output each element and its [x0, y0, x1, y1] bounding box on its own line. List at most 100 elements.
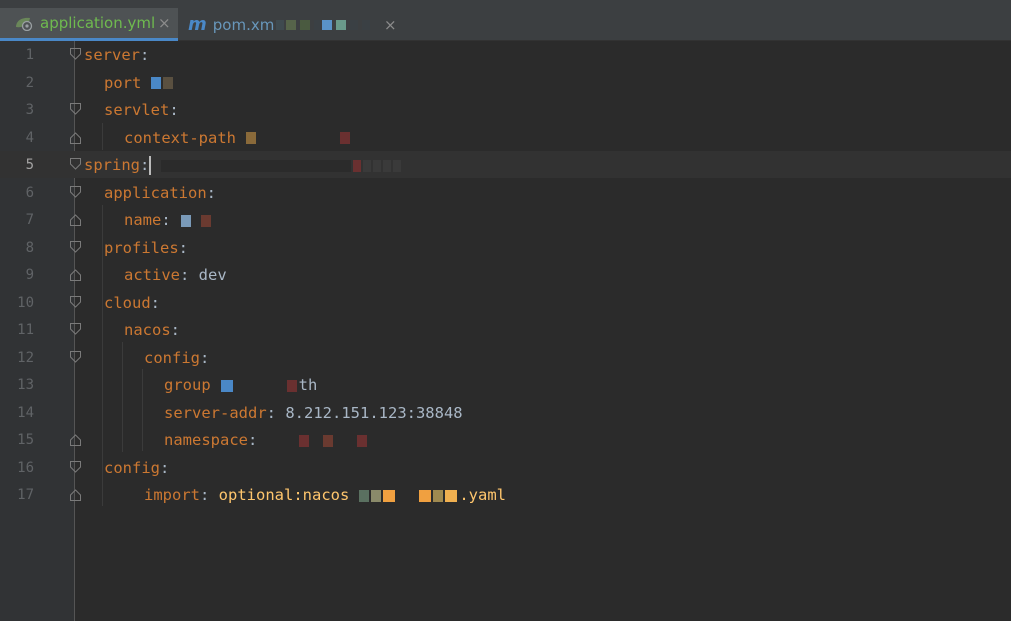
yaml-colon: : [180, 266, 190, 284]
yaml-key: application [104, 183, 207, 202]
fold-open-icon[interactable] [70, 158, 81, 171]
yaml-key: group [164, 376, 211, 394]
close-icon[interactable]: × [384, 16, 397, 34]
yaml-key: name [124, 211, 162, 229]
code-text: servlet: [104, 97, 179, 124]
code-editor[interactable]: 1 server: 2 port 3 servlet: 4 context-path 5 spri… [0, 41, 1011, 621]
code-line[interactable]: 1 server: [0, 42, 1011, 69]
fold-close-icon[interactable] [70, 488, 81, 501]
yaml-colon: : [140, 156, 150, 174]
fold-open-icon[interactable] [70, 240, 81, 254]
redacted-blot [245, 129, 352, 147]
line-number: 13 [17, 377, 34, 393]
yaml-key: server-addr [164, 403, 267, 422]
yaml-colon: : [170, 321, 181, 339]
yaml-key: import [144, 486, 200, 504]
yaml-colon: : [160, 458, 170, 477]
fold-close-icon[interactable] [70, 213, 81, 226]
code-text: name: [124, 207, 213, 234]
fold-close-icon[interactable] [70, 268, 81, 281]
editor-tab-bar: application.yml × m pom.xm × [0, 0, 1011, 41]
yaml-colon: : [161, 211, 171, 229]
fold-open-icon[interactable] [70, 48, 81, 61]
yaml-key: config [144, 348, 200, 367]
yaml-colon: : [140, 46, 150, 64]
line-number: 3 [25, 102, 34, 118]
yaml-colon: : [266, 403, 276, 422]
yaml-colon: : [178, 238, 188, 257]
fold-open-icon[interactable] [70, 103, 81, 116]
line-number: 17 [17, 487, 34, 503]
redacted-blot [151, 74, 175, 92]
tab-label: application.yml [40, 14, 156, 32]
line-number: 1 [25, 47, 34, 63]
redacted-blot [161, 156, 403, 174]
spring-leaf-icon [14, 15, 34, 32]
line-number: 11 [17, 322, 34, 338]
code-line[interactable]: 11 nacos: [0, 317, 1011, 344]
redacted-blot [180, 211, 213, 229]
yaml-key: servlet [104, 101, 170, 119]
code-text: import: optional:nacos .yaml [144, 482, 506, 509]
yaml-colon: : [206, 183, 216, 202]
redacted-blot [276, 19, 371, 30]
code-line[interactable]: 13 group th [0, 372, 1011, 399]
yaml-value-suffix: .yaml [459, 486, 506, 504]
line-number: 14 [17, 404, 34, 421]
code-text: config: [144, 345, 209, 372]
line-number: 12 [17, 349, 34, 366]
line-number: 5 [25, 157, 34, 173]
yaml-value: 8.212.151.123:38848 [276, 403, 463, 422]
fold-open-icon[interactable] [70, 350, 81, 364]
code-line[interactable]: 12 config: [0, 345, 1011, 372]
code-text: cloud: [104, 290, 160, 317]
yaml-colon: : [200, 486, 210, 504]
code-line[interactable]: 16 config: [0, 455, 1011, 482]
code-text: spring: [84, 152, 403, 179]
tab-pom-xml[interactable]: m pom.xm × [178, 8, 408, 41]
yaml-colon: : [169, 101, 179, 119]
tab-application-yml[interactable]: application.yml × [0, 8, 178, 41]
code-text: config: [104, 455, 169, 482]
code-line[interactable]: 6 application: [0, 180, 1011, 207]
fold-open-icon[interactable] [70, 323, 81, 336]
code-line[interactable]: 9 active: dev [0, 262, 1011, 289]
fold-close-icon[interactable] [70, 131, 81, 144]
code-line[interactable]: 2 port [0, 70, 1011, 97]
code-text: context-path [124, 125, 352, 152]
yaml-colon: : [150, 293, 161, 312]
code-line[interactable]: 15 namespace: [0, 427, 1011, 454]
yaml-colon: : [200, 348, 210, 367]
code-text: server-addr: 8.212.151.123:38848 [164, 400, 463, 427]
code-text: port [104, 70, 175, 97]
code-line[interactable]: 10 cloud: [0, 290, 1011, 317]
line-number: 16 [17, 459, 34, 476]
code-text: profiles: [104, 235, 188, 262]
fold-close-icon[interactable] [70, 433, 81, 446]
yaml-key: config [104, 458, 160, 477]
code-line[interactable]: 5 spring: [0, 152, 1011, 179]
yaml-key: namespace [164, 431, 248, 449]
maven-icon: m [188, 14, 207, 35]
text-caret [149, 156, 152, 175]
code-line[interactable]: 4 context-path [0, 125, 1011, 152]
redacted-blot [267, 431, 369, 449]
fold-open-icon[interactable] [70, 185, 81, 199]
code-text: server: [84, 42, 149, 69]
line-number: 8 [25, 239, 34, 256]
code-line[interactable]: 14 server-addr: 8.212.151.123:38848 [0, 400, 1011, 427]
close-icon[interactable]: × [158, 14, 171, 32]
code-line[interactable]: 8 profiles: [0, 235, 1011, 262]
yaml-value: th [298, 376, 318, 394]
line-number: 2 [25, 74, 34, 91]
code-line[interactable]: 7 name: [0, 207, 1011, 234]
yaml-key: context-path [124, 128, 236, 147]
code-text: application: [104, 180, 216, 207]
fold-open-icon[interactable] [70, 295, 81, 309]
fold-open-icon[interactable] [70, 460, 81, 474]
code-text: namespace: [164, 427, 369, 454]
code-line[interactable]: 3 servlet: [0, 97, 1011, 124]
line-number: 9 [25, 267, 34, 283]
line-number: 15 [17, 432, 34, 448]
code-line[interactable]: 17 import: optional:nacos .yaml [0, 482, 1011, 509]
